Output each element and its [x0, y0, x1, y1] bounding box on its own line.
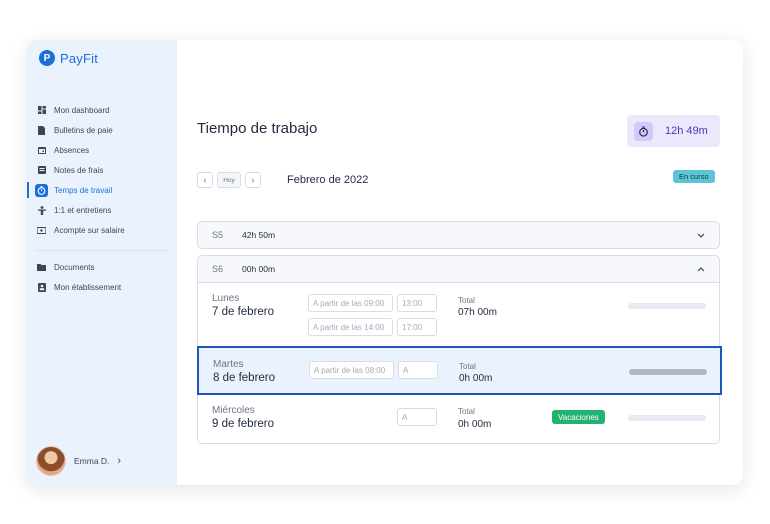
- total-label: Total: [458, 296, 475, 305]
- week-label: S6: [212, 264, 224, 274]
- week-label: S5: [212, 230, 224, 240]
- main-content: Tiempo de trabajo 12h 49m ‹ Hoy › Febrer…: [177, 40, 743, 485]
- day-date: 9 de febrero: [212, 418, 275, 430]
- sidebar-item-establishment[interactable]: Mon établissement: [27, 277, 177, 297]
- sidebar-item-label: Documents: [54, 262, 95, 272]
- timer-widget[interactable]: 12h 49m: [627, 115, 720, 147]
- person-icon: [37, 205, 46, 215]
- receipt-icon: [37, 166, 46, 175]
- chevron-up-icon[interactable]: [697, 264, 705, 274]
- progress-bar: [629, 369, 707, 375]
- next-month-button[interactable]: ›: [245, 172, 261, 188]
- day-date: 8 de febrero: [213, 372, 276, 384]
- sidebar-item-salary-advance[interactable]: Acompte sur salaire: [27, 220, 177, 240]
- day-total: 0h 00m: [458, 419, 492, 430]
- total-label: Total: [458, 407, 475, 416]
- stopwatch-icon: [35, 183, 48, 197]
- sidebar-nav-secondary: Documents Mon établissement: [27, 257, 177, 297]
- progress-bar: [628, 415, 706, 421]
- prev-month-button[interactable]: ‹: [197, 172, 213, 188]
- sidebar-item-label: Mon dashboard: [54, 105, 110, 115]
- day-row-wednesday[interactable]: Miércoles 9 de febrero A Total 0h 00m Va…: [198, 395, 721, 444]
- week-total: 42h 50m: [242, 230, 276, 240]
- stopwatch-icon: [634, 121, 653, 141]
- app-name: PayFit: [60, 50, 99, 66]
- sidebar-item-label: Mon établissement: [54, 282, 122, 292]
- start-time-input[interactable]: A partir de las 09:00: [308, 294, 393, 312]
- sidebar-divider: [35, 250, 169, 251]
- user-menu[interactable]: Emma D. ›: [36, 446, 121, 476]
- week-row-s5[interactable]: S5 42h 50m: [197, 221, 720, 249]
- day-name: Martes: [213, 359, 244, 370]
- sidebar-item-label: Absences: [54, 145, 90, 155]
- end-time-input[interactable]: A: [398, 361, 438, 379]
- end-time-input[interactable]: 17:00: [397, 318, 437, 336]
- start-time-input[interactable]: A partir de las 14:00: [308, 318, 393, 336]
- current-month: Febrero de 2022: [287, 174, 369, 186]
- vacation-badge: Vacaciones: [552, 410, 605, 424]
- day-total: 0h 00m: [459, 373, 493, 384]
- page-title: Tiempo de trabajo: [197, 120, 318, 137]
- user-name: Emma D.: [74, 456, 110, 466]
- chevron-right-icon: ›: [117, 455, 122, 467]
- app-window: P PayFit Mon dashboard Bulletins de paie: [27, 40, 743, 485]
- start-time-input[interactable]: A partir de las 08:00: [309, 361, 394, 379]
- sidebar-item-label: Acompte sur salaire: [54, 225, 125, 235]
- payfit-logo-icon: P: [39, 50, 55, 66]
- avatar: [36, 446, 66, 476]
- week-total: 00h 00m: [242, 264, 276, 274]
- week-days-list: Lunes 7 de febrero A partir de las 09:00…: [197, 283, 722, 444]
- chevron-down-icon[interactable]: [697, 230, 705, 240]
- day-name: Miércoles: [212, 405, 255, 416]
- sidebar: P PayFit Mon dashboard Bulletins de paie: [27, 40, 177, 485]
- chevron-left-icon: ‹: [203, 175, 207, 185]
- dashboard-icon: [37, 106, 46, 115]
- sidebar-item-label: Bulletins de paie: [54, 125, 113, 135]
- sidebar-item-label: Notes de frais: [54, 165, 104, 175]
- sidebar-item-documents[interactable]: Documents: [27, 257, 177, 277]
- today-button[interactable]: Hoy: [217, 172, 241, 188]
- sidebar-item-expenses[interactable]: Notes de frais: [27, 160, 177, 180]
- day-row-tuesday[interactable]: Martes 8 de febrero A partir de las 08:0…: [197, 346, 722, 395]
- sidebar-item-work-time[interactable]: Temps de travail: [27, 180, 177, 200]
- chevron-right-icon: ›: [251, 175, 255, 185]
- end-time-input[interactable]: A: [397, 408, 437, 426]
- progress-bar: [628, 303, 706, 309]
- day-date: 7 de febrero: [212, 306, 275, 318]
- sidebar-item-label: Temps de travail: [54, 185, 113, 195]
- total-label: Total: [459, 362, 476, 371]
- day-row-monday[interactable]: Lunes 7 de febrero A partir de las 09:00…: [198, 283, 721, 346]
- money-icon: [37, 226, 46, 235]
- day-total: 07h 00m: [458, 307, 497, 318]
- sidebar-item-payslips[interactable]: Bulletins de paie: [27, 120, 177, 140]
- document-icon: [37, 125, 46, 135]
- status-badge: En curso: [673, 170, 715, 183]
- building-icon: [37, 282, 46, 292]
- end-time-input[interactable]: 13:00: [397, 294, 437, 312]
- day-name: Lunes: [212, 293, 240, 304]
- sidebar-item-one-on-one[interactable]: 1:1 et entretiens: [27, 200, 177, 220]
- calendar-icon: [37, 146, 46, 155]
- sidebar-item-label: 1:1 et entretiens: [54, 205, 112, 215]
- sidebar-item-absences[interactable]: Absences: [27, 140, 177, 160]
- timer-value: 12h 49m: [665, 125, 708, 137]
- logo[interactable]: P PayFit: [39, 50, 98, 66]
- week-row-s6[interactable]: S6 00h 00m: [197, 255, 720, 283]
- sidebar-nav: Mon dashboard Bulletins de paie Absences…: [27, 100, 177, 240]
- sidebar-item-dashboard[interactable]: Mon dashboard: [27, 100, 177, 120]
- folder-icon: [37, 263, 46, 272]
